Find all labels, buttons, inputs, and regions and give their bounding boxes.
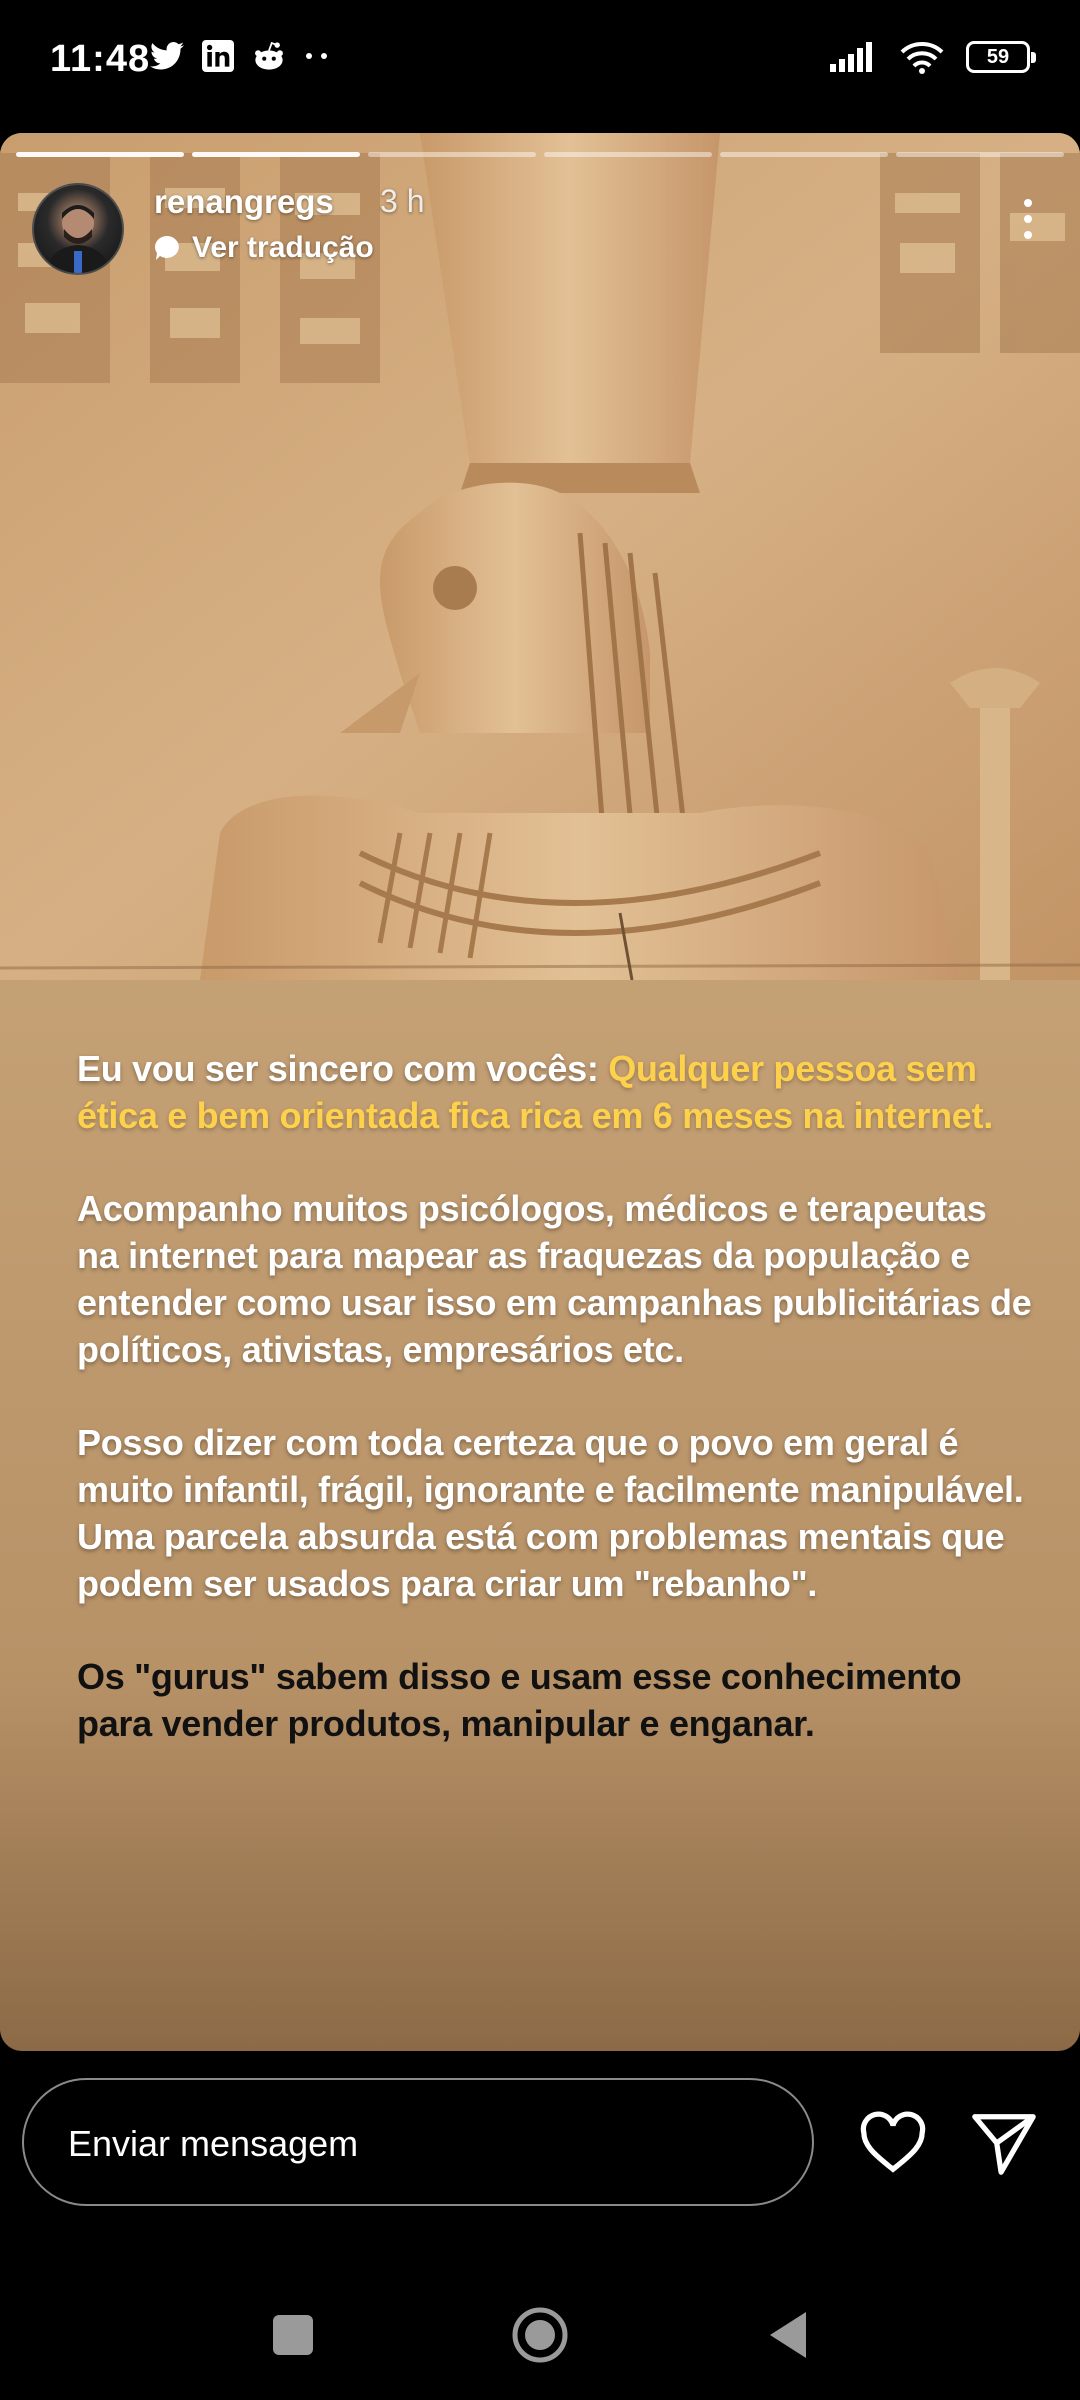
system-icons: 59 (830, 40, 1036, 74)
avatar-person-icon (46, 205, 110, 273)
linkedin-icon (202, 40, 234, 72)
progress-segment (544, 152, 712, 157)
progress-segment (896, 152, 1064, 157)
caption-paragraph-1: Eu vou ser sincero com vocês: Qualquer p… (77, 1045, 1037, 1139)
story-time-ago: 3 h (380, 183, 425, 219)
story-progress-bar (16, 152, 1064, 158)
send-message-field[interactable] (22, 2078, 814, 2206)
status-bar: 11:48 59 (0, 0, 1080, 120)
progress-segment (16, 152, 184, 157)
message-input[interactable] (66, 2114, 770, 2174)
progress-segment (368, 152, 536, 157)
speech-bubble-icon (155, 235, 179, 260)
notification-icons (150, 40, 330, 72)
see-translation-label: Ver tradução (192, 231, 374, 264)
avatar[interactable] (32, 183, 124, 275)
recents-square-icon[interactable] (263, 2305, 323, 2365)
send-paper-plane-icon[interactable] (968, 2108, 1040, 2178)
more-options-icon[interactable] (1008, 189, 1048, 249)
home-circle-icon[interactable] (510, 2305, 570, 2365)
progress-segment (192, 152, 360, 157)
battery-level: 59 (986, 45, 1010, 68)
wifi-icon (900, 42, 944, 74)
signal-icon (830, 42, 872, 72)
caption-paragraph-4: Os "gurus" sabem disso e usam esse conhe… (77, 1656, 962, 1744)
like-heart-icon[interactable] (858, 2108, 928, 2178)
twitter-icon (150, 42, 184, 70)
story-header: renangregs 3 h Ver tradução (32, 183, 1048, 283)
reddit-icon (255, 41, 283, 70)
back-triangle-icon[interactable] (758, 2305, 818, 2365)
caption-paragraph-3: Posso dizer com toda certeza que o povo … (77, 1422, 1024, 1604)
see-translation-link[interactable]: Ver tradução (154, 231, 374, 265)
story-viewer[interactable]: renangregs 3 h Ver tradução Eu vou ser s… (0, 133, 1080, 2051)
story-username[interactable]: renangregs (154, 183, 334, 221)
android-nav-bar (0, 2270, 1080, 2400)
more-notifications-icon (306, 53, 327, 59)
caption-paragraph-2: Acompanho muitos psicólogos, médicos e t… (77, 1188, 1032, 1370)
progress-segment (720, 152, 888, 157)
battery-icon: 59 (966, 41, 1036, 73)
status-time: 11:48 (50, 38, 151, 80)
story-caption: Eu vou ser sincero com vocês: Qualquer p… (77, 1045, 1037, 1793)
caption-intro: Eu vou ser sincero com vocês: (77, 1048, 609, 1089)
